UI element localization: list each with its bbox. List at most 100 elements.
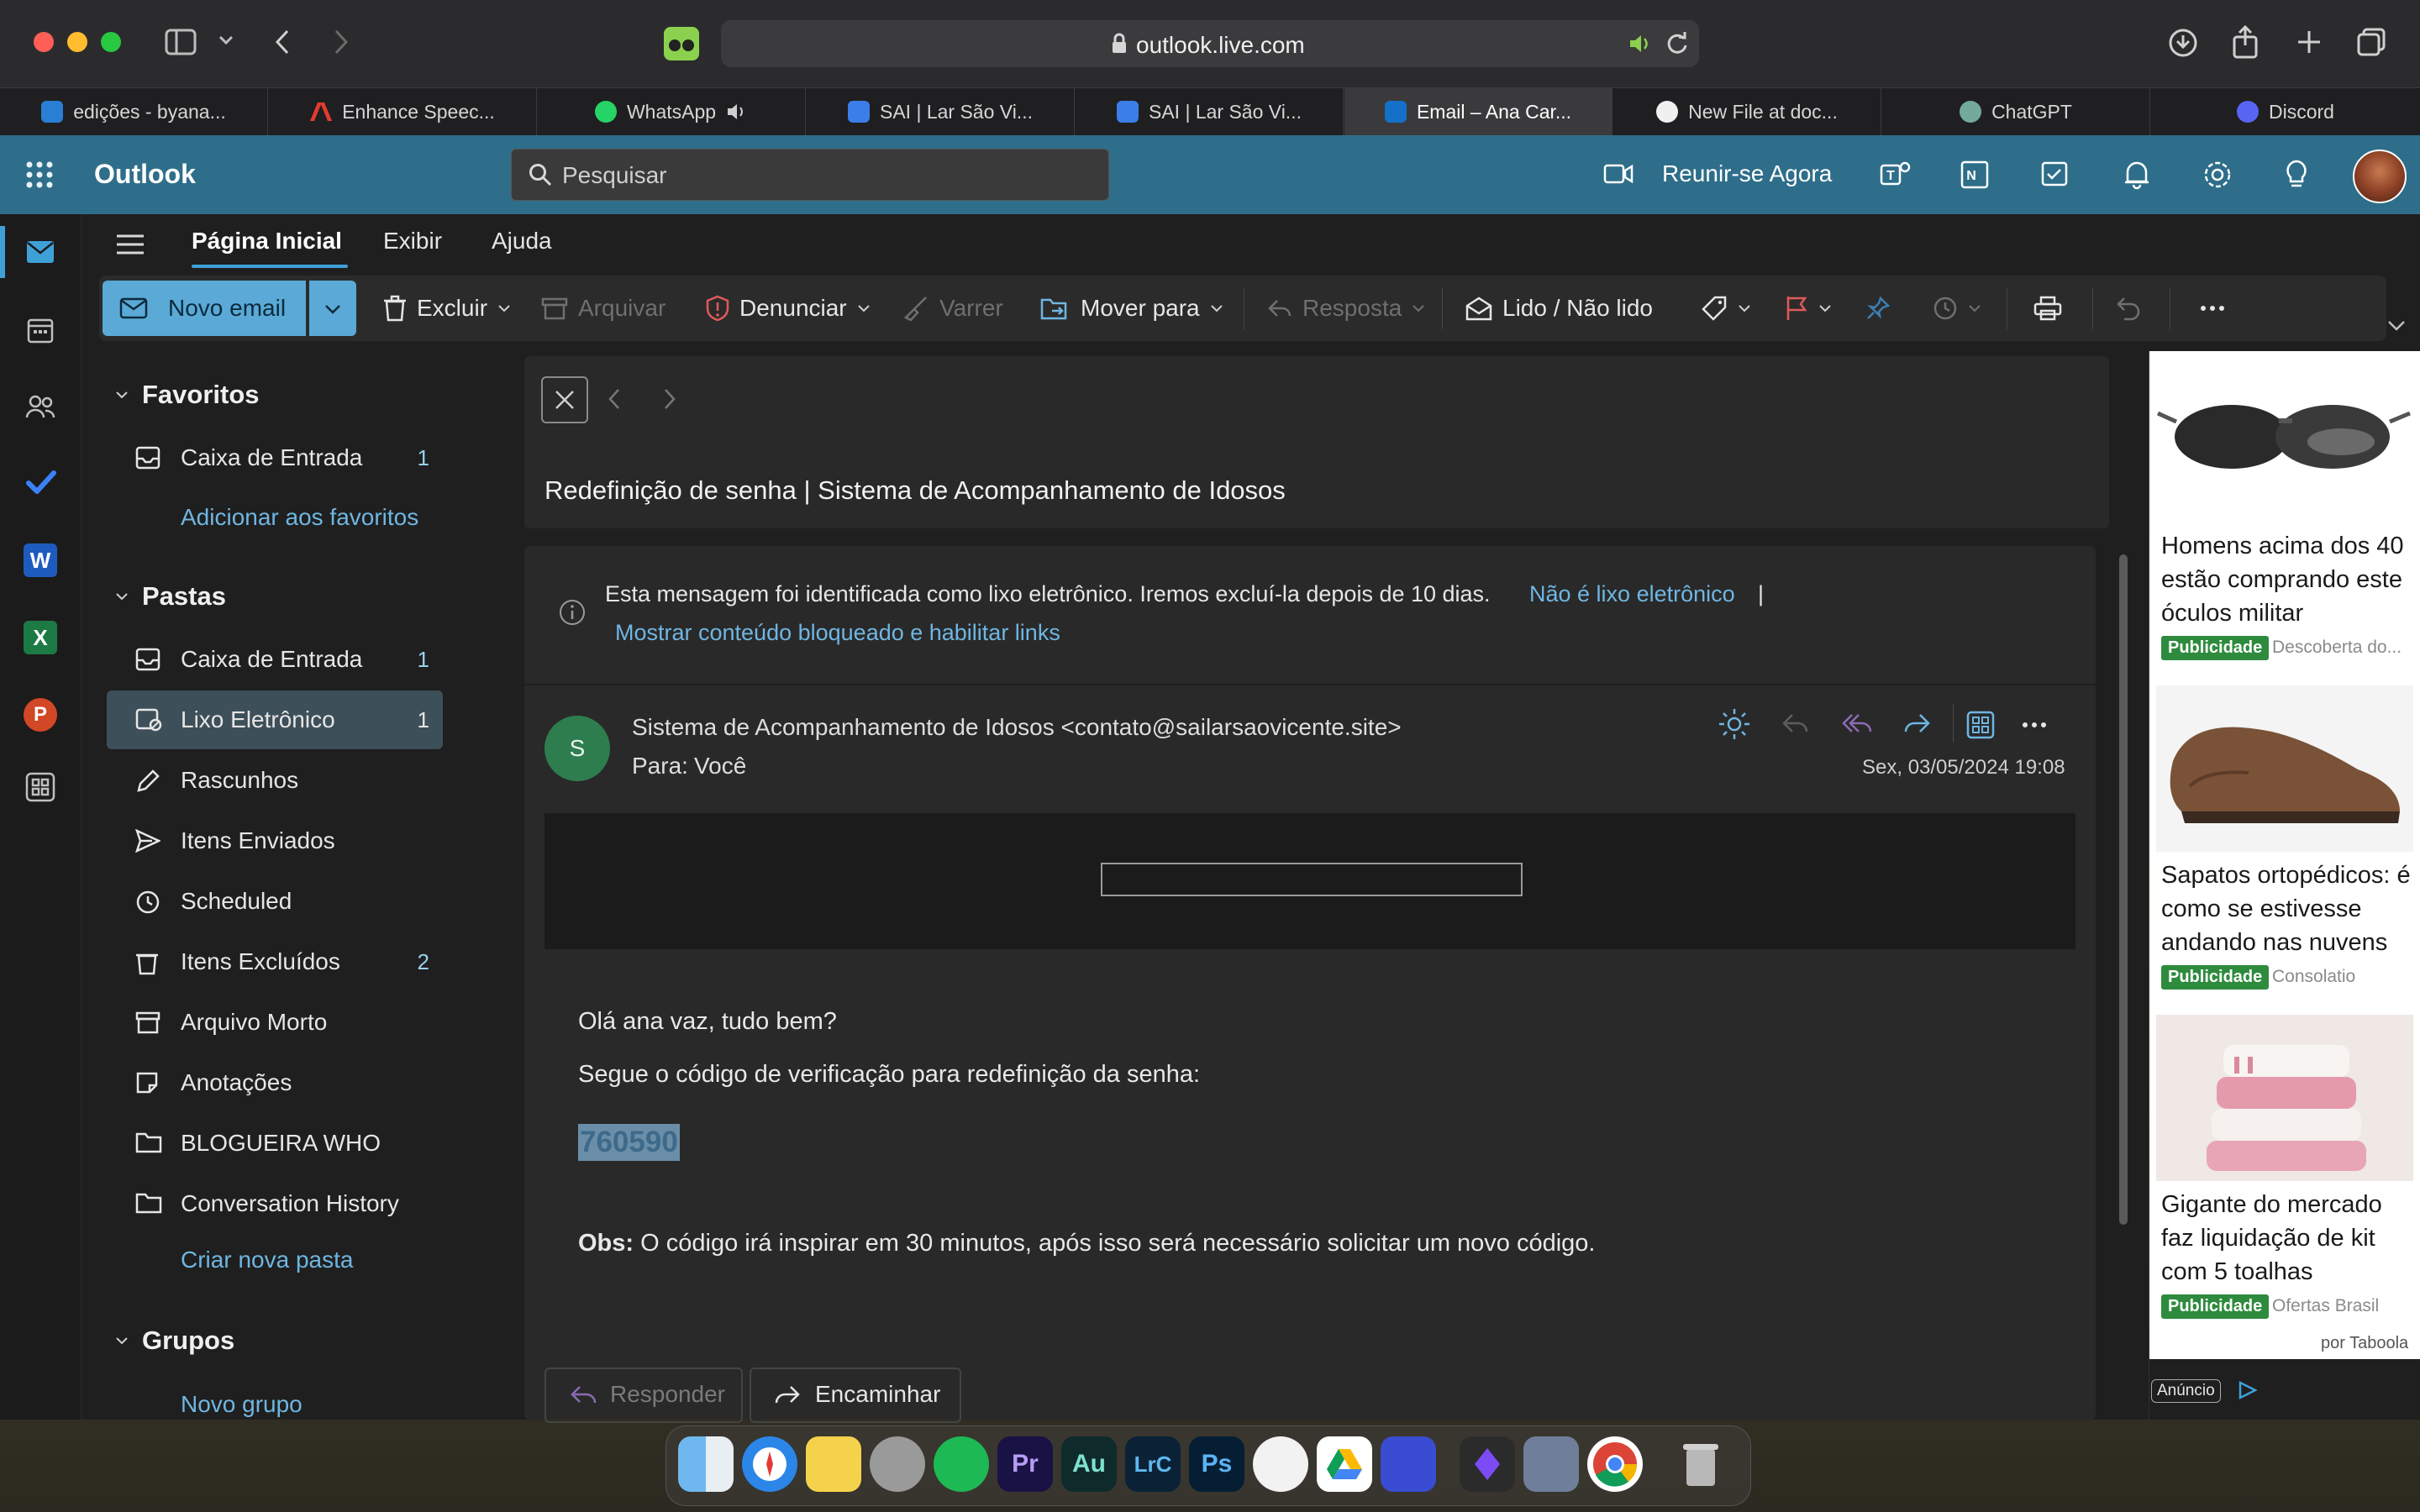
notes-icon[interactable] [806,1436,861,1492]
to-value[interactable]: Você [694,753,746,780]
gear-icon[interactable] [2202,159,2233,191]
folders-header[interactable]: Pastas [115,581,226,612]
tab-sai-1[interactable]: SAI | Lar São Vi... [807,88,1075,135]
app-launcher-icon[interactable] [25,160,54,189]
teams-icon[interactable]: T [1879,159,1911,191]
tab-overview-icon[interactable] [2356,27,2386,57]
chevron-down-icon[interactable] [1412,304,1425,312]
ad-title[interactable]: Homens acima dos 40 estão comprando este… [2161,529,2413,630]
tab-sai-2[interactable]: SAI | Lar São Vi... [1076,88,1344,135]
folder-blogueira[interactable]: BLOGUEIRA WHO [107,1114,443,1173]
not-junk-link[interactable]: Não é lixo eletrônico [1529,581,1735,607]
message-scrollbar[interactable] [2119,554,2128,1225]
finder-icon[interactable] [678,1436,734,1492]
tab-help[interactable]: Ajuda [492,228,552,255]
flag-button[interactable] [1785,276,1832,341]
ad-title[interactable]: Sapatos ortopédicos: é como se estivesse… [2161,858,2413,959]
chevron-down-icon[interactable] [1210,304,1223,312]
back-icon[interactable] [274,29,291,55]
chrome-icon[interactable] [1587,1436,1643,1492]
sender-address[interactable]: Sistema de Acompanhamento de Idosos <con… [632,714,1402,741]
mail-icon[interactable] [25,239,55,265]
show-blocked-content-link[interactable]: Mostrar conteúdo bloqueado e habilitar l… [615,620,1060,646]
download-icon[interactable] [2168,28,2198,58]
reply-ribbon-button[interactable]: Resposta [1267,276,1425,341]
ad-image-shoes[interactable] [2156,685,2413,852]
preview-icon[interactable] [1523,1436,1579,1492]
ad-image-sunglasses[interactable] [2156,354,2413,521]
tab-audio-icon[interactable] [726,102,748,121]
chevron-down-icon[interactable] [1818,304,1832,312]
pin-button[interactable] [1865,276,1891,341]
lightbulb-icon[interactable] [2284,159,2309,191]
chevron-down-icon[interactable] [1738,304,1751,312]
undo-button[interactable] [2116,276,2141,341]
tag-button[interactable] [1701,276,1751,341]
address-bar[interactable]: outlook.live.com [721,20,1699,67]
new-email-dropdown[interactable] [309,281,356,336]
reply-all-icon[interactable] [1842,712,1874,736]
share-icon[interactable] [2232,25,2259,59]
search-input[interactable]: Pesquisar [511,149,1109,201]
safari-icon[interactable] [742,1436,797,1492]
ad-title[interactable]: Gigante do mercado faz liquidação de kit… [2161,1188,2413,1289]
taboola-credit[interactable]: por Taboola [2321,1334,2408,1353]
folder-sent[interactable]: Itens Enviados [107,811,443,870]
folder-scheduled[interactable]: Scheduled [107,872,443,931]
todo-icon[interactable] [25,470,57,496]
adchoices-icon[interactable] [2237,1379,2259,1401]
sidebar-toggle-icon[interactable] [165,29,197,55]
premiere-icon[interactable]: Pr [997,1436,1053,1492]
folder-junk[interactable]: Lixo Eletrônico 1 [107,690,443,749]
next-message-icon[interactable] [664,388,676,410]
audition-icon[interactable]: Au [1061,1436,1117,1492]
move-to-button[interactable]: Mover para [1040,276,1223,341]
chevron-down-icon[interactable] [1968,304,1981,312]
read-unread-button[interactable]: Lido / Não lido [1465,276,1653,341]
word-icon[interactable]: W [24,543,57,577]
proxyman-icon[interactable] [1381,1436,1436,1492]
bell-icon[interactable] [2123,159,2151,191]
chevron-down-icon[interactable] [218,35,234,45]
tab-chatgpt[interactable]: ChatGPT [1882,88,2150,135]
favorites-header[interactable]: Favoritos [115,380,260,410]
folder-inbox[interactable]: Caixa de Entrada 1 [107,630,443,689]
immersive-reader-icon[interactable] [1966,711,1995,739]
archive-button[interactable]: Arquivar [541,276,666,341]
new-group-link[interactable]: Novo grupo [181,1391,302,1418]
folder-conversation-history[interactable]: Conversation History [107,1174,443,1233]
video-camera-icon[interactable] [1603,163,1634,185]
forward-icon[interactable] [1902,712,1931,736]
tab-whatsapp[interactable]: WhatsApp [538,88,806,135]
delete-button[interactable]: Excluir [383,276,511,341]
my-day-icon[interactable] [2040,159,2072,191]
powerpoint-icon[interactable]: P [24,698,57,732]
more-options-button[interactable] [2200,276,2225,341]
snooze-button[interactable] [1933,276,1981,341]
system-settings-icon[interactable] [870,1436,925,1492]
google-drive-icon[interactable] [1317,1436,1372,1492]
tab-outlook[interactable]: Email – Ana Car... [1344,88,1612,135]
close-message-button[interactable] [541,376,588,423]
chevron-down-icon[interactable] [857,304,871,312]
zoom-window-button[interactable] [101,32,121,52]
tab-home[interactable]: Página Inicial [192,228,342,255]
photoshop-icon[interactable]: Ps [1189,1436,1244,1492]
avatar[interactable] [2353,150,2407,203]
new-tab-icon[interactable] [2296,29,2323,55]
close-window-button[interactable] [34,32,54,52]
more-apps-icon[interactable] [25,772,55,802]
folder-archive[interactable]: Arquivo Morto [107,993,443,1052]
minimize-window-button[interactable] [67,32,87,52]
tab-github[interactable]: New File at doc... [1613,88,1881,135]
reload-icon[interactable] [1665,32,1689,55]
ad-label[interactable]: Anúncio [2151,1379,2221,1403]
chevron-down-icon[interactable] [497,304,511,312]
sweep-button[interactable]: Varrer [902,276,1003,341]
more-actions-icon[interactable] [2022,722,2047,728]
calendar-icon[interactable] [27,317,54,344]
ribbon-collapse-icon[interactable] [2387,320,2406,332]
report-button[interactable]: Denunciar [706,276,871,341]
folder-favorites-inbox[interactable]: Caixa de Entrada 1 [107,428,443,487]
previous-message-icon[interactable] [608,388,620,410]
